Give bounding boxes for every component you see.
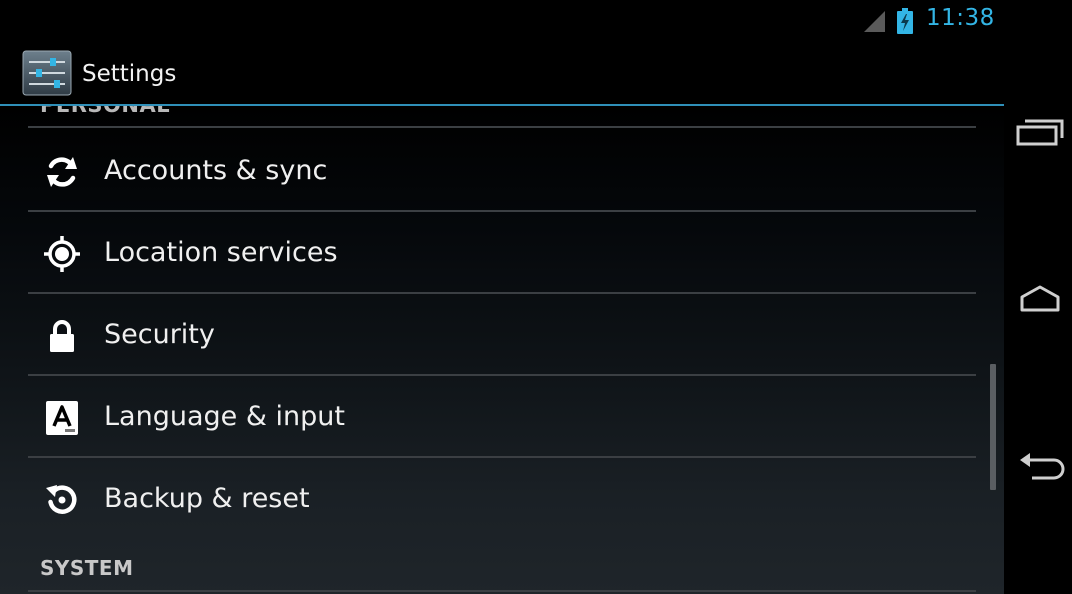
list-item-language-input[interactable]: Language & input (28, 378, 976, 458)
divider (28, 590, 976, 592)
section-header-system: SYSTEM (40, 556, 134, 580)
list-item-backup-reset[interactable]: Backup & reset (28, 460, 976, 540)
settings-icon[interactable] (22, 50, 72, 96)
list-item-label: Backup & reset (104, 483, 310, 514)
navigation-bar (1004, 0, 1072, 594)
backup-icon (42, 480, 82, 520)
list-item-label: Language & input (104, 401, 345, 432)
list-item-label: Security (104, 319, 215, 350)
divider (28, 374, 976, 376)
location-icon (42, 234, 82, 274)
section-header-personal: PERSONAL (40, 106, 170, 117)
android-settings-screen: 11:38 Settings PERS (0, 0, 1072, 594)
signal-icon (862, 9, 886, 33)
list-item-label: Accounts & sync (104, 155, 328, 186)
list-item-accounts-sync[interactable]: Accounts & sync (28, 132, 976, 212)
list-item-location-services[interactable]: Location services (28, 214, 976, 294)
divider (28, 126, 976, 128)
list-item-security[interactable]: Security (28, 296, 976, 376)
status-bar: 11:38 (0, 0, 1004, 42)
page-title: Settings (82, 61, 177, 87)
language-icon (42, 398, 82, 438)
list-item-label: Location services (104, 237, 338, 268)
divider (28, 456, 976, 458)
battery-charging-icon (896, 8, 914, 34)
settings-list[interactable]: PERSONAL Accounts & sync (0, 106, 1004, 594)
home-icon[interactable] (1010, 268, 1070, 328)
status-clock: 11:38 (926, 5, 995, 31)
scrollbar[interactable] (990, 364, 996, 490)
sync-icon (42, 152, 82, 192)
back-icon[interactable] (1010, 434, 1070, 494)
action-bar: Settings (0, 42, 1004, 106)
divider (28, 210, 976, 212)
recent-apps-icon[interactable] (1010, 102, 1070, 162)
divider (28, 292, 976, 294)
lock-icon (42, 316, 82, 356)
